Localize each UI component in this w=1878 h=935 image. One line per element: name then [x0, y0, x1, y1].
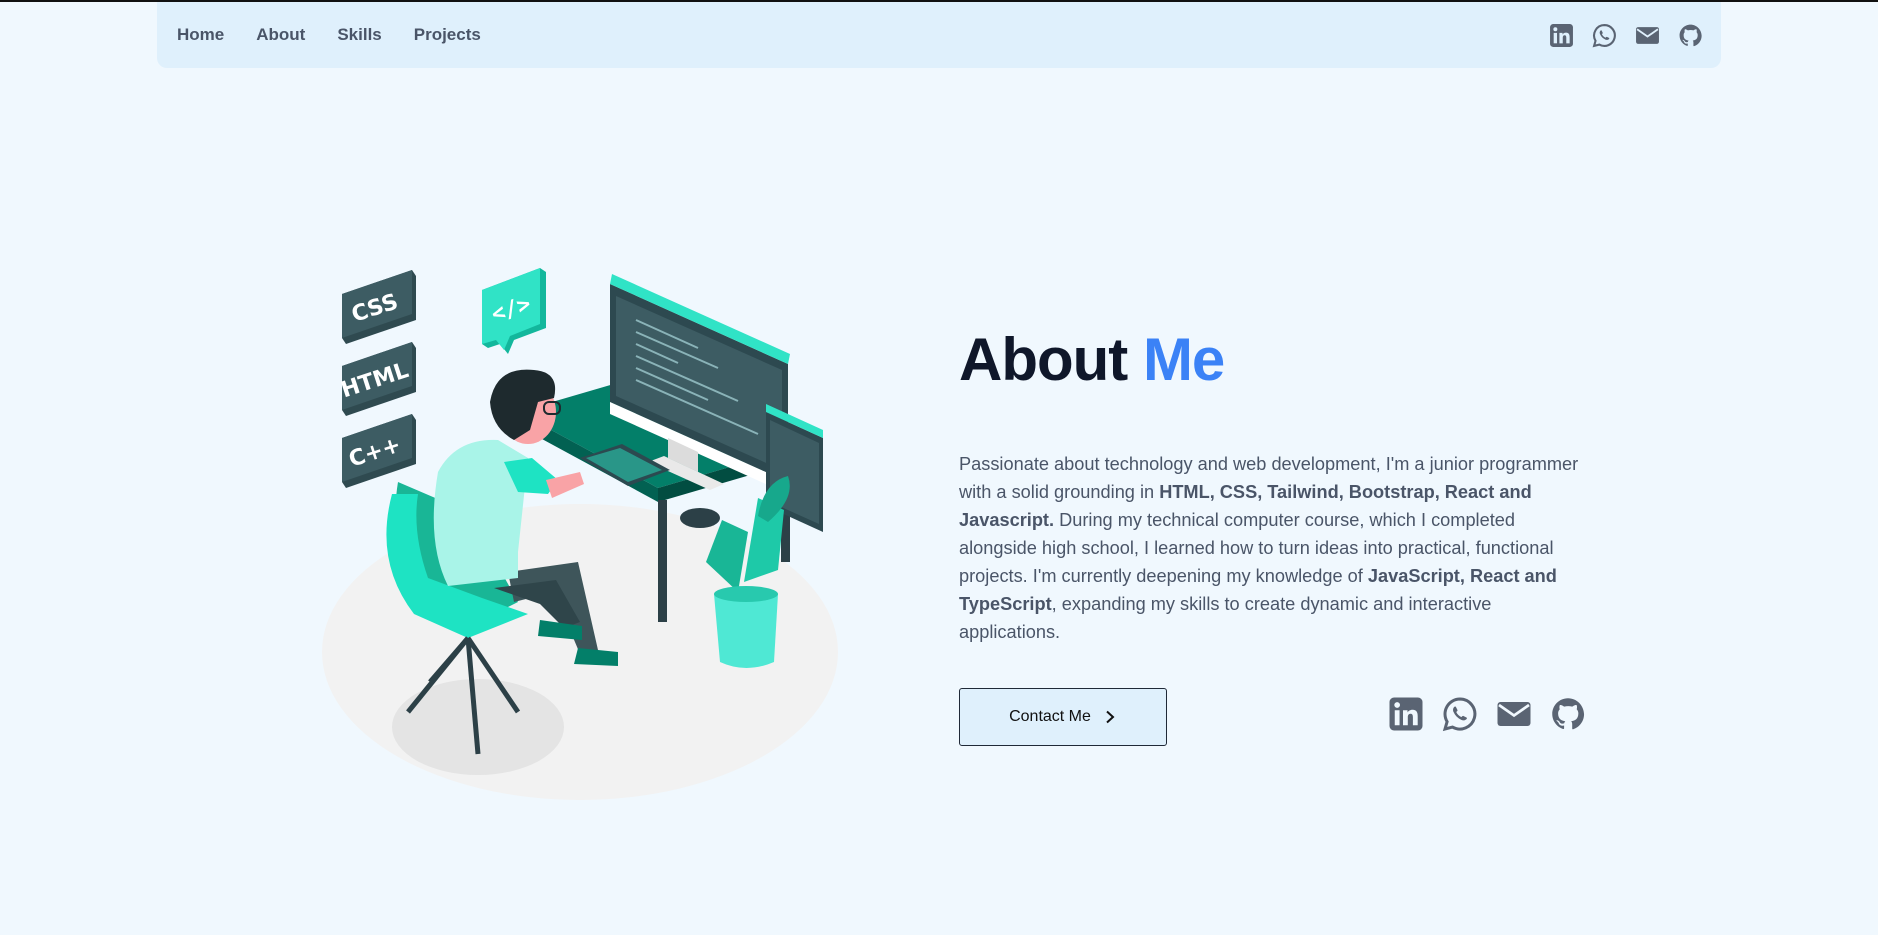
bio-paragraph: Passionate about technology and web deve…: [959, 450, 1581, 646]
cpp-badge: C++: [342, 414, 416, 488]
navbar: Home About Skills Projects: [157, 2, 1721, 68]
title-accent: Me: [1142, 326, 1225, 393]
github-icon[interactable]: [1678, 23, 1703, 48]
html-badge: HTML: [338, 342, 416, 416]
linkedin-icon[interactable]: [1388, 696, 1424, 732]
nav-link-about[interactable]: About: [256, 25, 305, 45]
css-badge: CSS: [342, 270, 416, 344]
contact-me-label: Contact Me: [1009, 708, 1091, 725]
whatsapp-icon[interactable]: [1442, 696, 1478, 732]
developer-illustration: CSS HTML C++ </>: [322, 268, 838, 800]
contact-me-button[interactable]: Contact Me: [959, 688, 1167, 746]
nav-link-skills[interactable]: Skills: [337, 25, 381, 45]
social-links: [1388, 696, 1586, 732]
nav-social-icons: [1549, 23, 1703, 48]
chevron-right-icon: [1106, 710, 1115, 724]
actions-row: Contact Me: [959, 688, 1599, 748]
whatsapp-icon[interactable]: [1592, 23, 1617, 48]
mouse: [680, 508, 720, 528]
mail-icon[interactable]: [1635, 23, 1660, 48]
mail-icon[interactable]: [1496, 696, 1532, 732]
nav-links: Home About Skills Projects: [177, 25, 481, 45]
page-title: About Me: [959, 318, 1599, 402]
code-bubble: </>: [482, 268, 546, 354]
nav-link-projects[interactable]: Projects: [414, 25, 481, 45]
linkedin-icon[interactable]: [1549, 23, 1574, 48]
github-icon[interactable]: [1550, 696, 1586, 732]
title-main: About: [959, 326, 1128, 393]
nav-link-home[interactable]: Home: [177, 25, 224, 45]
about-section: About Me Passionate about technology and…: [959, 318, 1599, 748]
